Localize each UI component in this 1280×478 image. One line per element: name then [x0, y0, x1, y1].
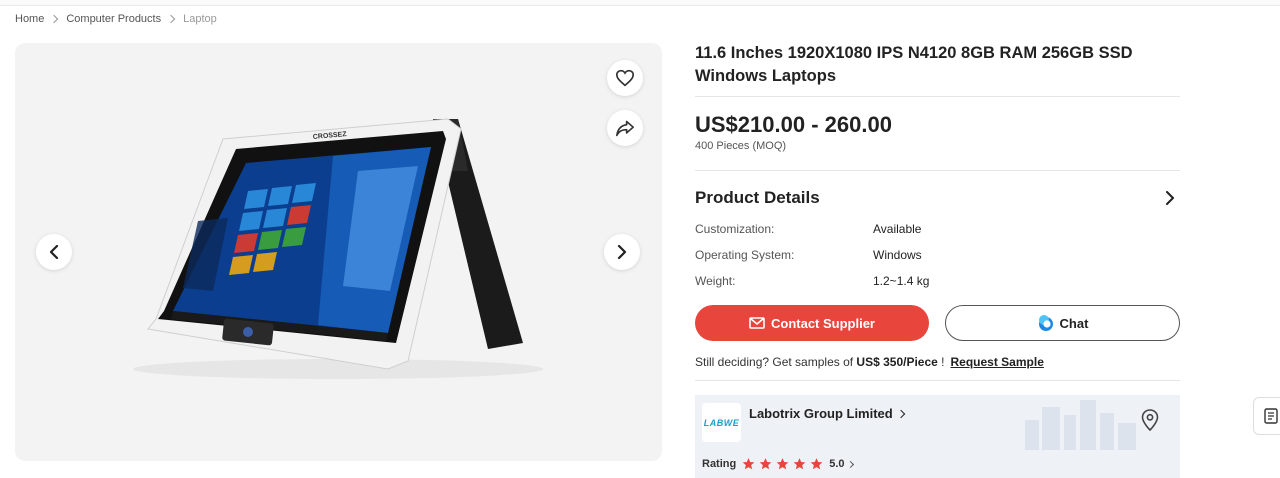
chat-label: Chat: [1059, 315, 1089, 331]
favorite-button[interactable]: [607, 60, 643, 96]
sample-price: US$ 350/Piece: [856, 355, 938, 369]
attribute-row-operating-system: Operating System: Windows: [695, 248, 1180, 262]
star-icon: [793, 458, 806, 470]
attribute-value: Windows: [873, 248, 922, 262]
divider: [695, 170, 1180, 171]
city-skyline-decoration: [1025, 400, 1136, 450]
rating-score: 5.0: [829, 458, 845, 470]
divider: [695, 380, 1180, 381]
product-title: 11.6 Inches 1920X1080 IPS N4120 8GB RAM …: [695, 44, 1133, 85]
attribute-value: Available: [873, 222, 922, 236]
contact-supplier-label: Contact Supplier: [770, 315, 875, 331]
attribute-value: 1.2~1.4 kg: [873, 274, 930, 288]
star-icon: [742, 458, 755, 470]
samples-prefix: Still deciding? Get samples of: [695, 355, 857, 369]
product-image: CROSSEZ: [133, 118, 543, 379]
chevron-right-icon: [846, 460, 854, 468]
supplier-name-link[interactable]: Labotrix Group Limited: [749, 406, 905, 421]
rating-score-link[interactable]: 5.0: [829, 458, 854, 470]
share-button[interactable]: [607, 110, 643, 146]
contact-supplier-button[interactable]: Contact Supplier: [695, 305, 929, 341]
attribute-key: Customization:: [695, 222, 775, 236]
chevron-right-icon: [896, 409, 905, 418]
chat-bubble-icon: [1038, 315, 1053, 331]
breadcrumb-chevron-icon: [50, 14, 59, 24]
mail-icon: [749, 317, 765, 329]
rating-stars: [741, 457, 826, 471]
attribute-row-customization: Customization: Available: [695, 222, 1180, 236]
supplier-rating: Rating 5.0: [702, 457, 854, 471]
notes-icon: [1264, 408, 1278, 424]
breadcrumb-laptop: Laptop: [183, 13, 217, 25]
location-pin-icon[interactable]: [1140, 408, 1160, 432]
chevron-right-icon: [1166, 191, 1174, 205]
supplier-card: LABWE Labotrix Group Limited Rating 5.0: [695, 395, 1180, 478]
next-image-button[interactable]: [604, 234, 640, 270]
chat-button[interactable]: Chat: [945, 305, 1180, 341]
chevron-right-icon: [617, 245, 627, 259]
attribute-key: Weight:: [695, 274, 736, 288]
supplier-logo[interactable]: LABWE: [702, 403, 741, 442]
attribute-row-weight: Weight: 1.2~1.4 kg: [695, 274, 1180, 288]
top-bar: [0, 0, 1280, 6]
product-details-expand-button[interactable]: [1161, 189, 1179, 207]
star-icon: [759, 458, 772, 470]
price-range: US$210.00 - 260.00: [695, 112, 892, 137]
breadcrumb-chevron-icon: [166, 14, 176, 24]
request-sample-link[interactable]: Request Sample: [951, 355, 1044, 369]
breadcrumb-home[interactable]: Home: [15, 13, 44, 25]
heart-icon: [615, 69, 635, 87]
supplier-name: Labotrix Group Limited: [749, 406, 893, 421]
chevron-left-icon: [49, 245, 59, 259]
rating-label: Rating: [702, 458, 737, 470]
attribute-key: Operating System:: [695, 248, 795, 262]
samples-suffix: !: [937, 355, 945, 369]
divider: [695, 96, 1180, 97]
side-tool-button[interactable]: [1253, 397, 1280, 435]
breadcrumb-computer-products[interactable]: Computer Products: [66, 13, 161, 25]
breadcrumb: Home Computer Products Laptop: [15, 13, 217, 25]
star-icon: [810, 458, 823, 470]
moq-text: 400 Pieces (MOQ): [695, 140, 787, 152]
product-details-heading: Product Details: [695, 188, 820, 207]
share-icon: [615, 120, 634, 137]
product-gallery: CROSSEZ: [15, 43, 662, 461]
samples-info: Still deciding? Get samples of US$ 350/P…: [695, 355, 1044, 369]
previous-image-button[interactable]: [36, 234, 72, 270]
star-icon: [776, 458, 789, 470]
